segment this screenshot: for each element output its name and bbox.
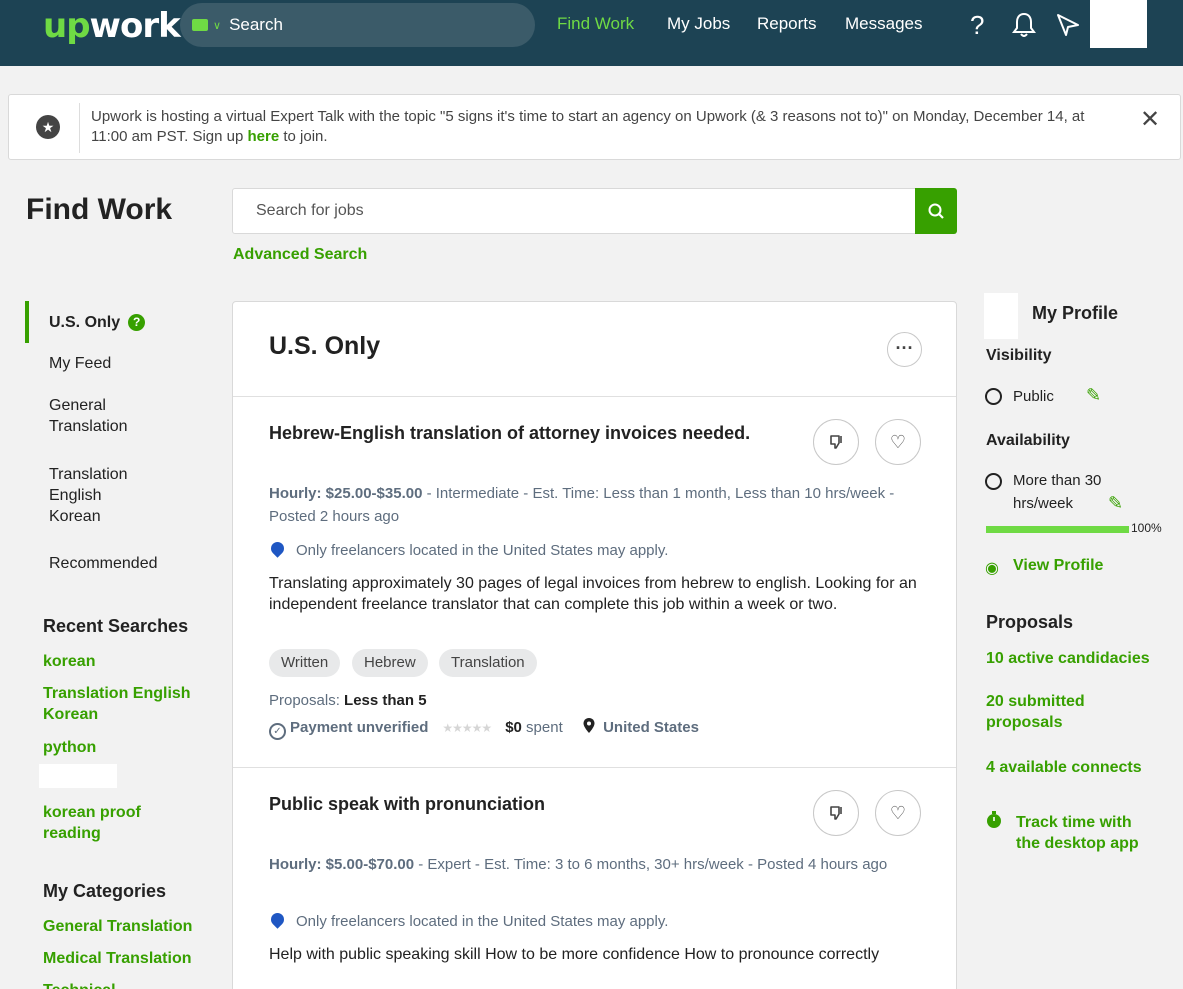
active-feed-indicator xyxy=(25,301,29,343)
category-link[interactable]: General Translation xyxy=(43,916,192,937)
my-profile-link[interactable]: My Profile xyxy=(1032,303,1118,324)
sidebar-item-recommended[interactable]: Recommended xyxy=(49,553,158,574)
payment-status: Payment unverified xyxy=(290,719,429,736)
briefcase-icon xyxy=(192,19,208,31)
map-pin-icon xyxy=(583,718,595,736)
send-icon[interactable] xyxy=(1056,13,1080,44)
search-icon xyxy=(928,203,944,219)
client-info-row: ✓ Payment unverified ★★★★★ $0 spent United … xyxy=(269,718,699,740)
job-title-link[interactable]: Hebrew-English translation of attorney i… xyxy=(269,423,750,444)
top-navigation-bar: upwork ∨ Search Find Work My Jobs Report… xyxy=(0,0,1183,66)
job-search-field xyxy=(232,188,916,234)
nav-messages[interactable]: Messages xyxy=(845,14,922,34)
connects-link[interactable]: 4 available connects xyxy=(986,757,1142,778)
job-description: Help with public speaking skill How to b… xyxy=(269,946,880,963)
recent-search-link[interactable]: korean proof reading xyxy=(43,802,163,844)
job-title-link[interactable]: Public speak with pronunciation xyxy=(269,794,545,815)
availability-value: More than 30 hrs/week xyxy=(1013,472,1102,512)
job-meta: Hourly: $25.00-$35.00 - Intermediate - E… xyxy=(269,485,895,525)
view-profile-link[interactable]: View Profile xyxy=(1013,555,1103,576)
recent-search-link[interactable]: Translation English Korean xyxy=(43,683,203,725)
job-description: Translating approximately 30 pages of le… xyxy=(269,575,917,613)
heart-icon[interactable]: ♡ xyxy=(875,419,921,465)
recent-searches-heading: Recent Searches xyxy=(43,616,189,636)
header-search[interactable]: ∨ Search xyxy=(180,3,535,47)
client-spent: $0 xyxy=(505,719,522,736)
my-categories-heading: My Categories xyxy=(43,881,167,901)
redacted-search-item xyxy=(39,764,117,788)
client-country: United States xyxy=(603,719,699,736)
banner-signup-link[interactable]: here xyxy=(247,128,279,145)
nav-my-jobs[interactable]: My Jobs xyxy=(667,14,730,34)
bell-icon[interactable] xyxy=(1012,12,1036,45)
eye-icon: ◉ xyxy=(985,560,999,577)
chevron-down-icon[interactable]: ∨ xyxy=(213,19,221,32)
page-title: Find Work xyxy=(26,193,173,226)
more-options-button[interactable]: ··· xyxy=(887,332,922,367)
star-icon: ★ xyxy=(36,115,60,139)
job-search-button[interactable] xyxy=(915,188,957,234)
divider xyxy=(233,767,956,768)
proposals-heading: Proposals xyxy=(986,612,1074,632)
location-restriction: Only freelancers located in the United S… xyxy=(268,539,668,559)
divider xyxy=(233,396,956,397)
skill-tag[interactable]: Hebrew xyxy=(352,649,428,677)
profile-photo[interactable] xyxy=(984,293,1018,339)
stopwatch-icon xyxy=(985,811,1003,834)
job-meta: Hourly: $5.00-$70.00 - Expert - Est. Tim… xyxy=(269,856,888,873)
location-restriction: Only freelancers located in the United S… xyxy=(268,910,668,930)
check-circle-icon: ✓ xyxy=(269,723,286,740)
sidebar-item-my-feed[interactable]: My Feed xyxy=(49,353,111,374)
help-icon[interactable]: ? xyxy=(970,10,984,41)
proposals-link[interactable]: 10 active candidacies xyxy=(986,648,1150,669)
rating-stars-icon: ★★★★★ xyxy=(442,721,492,735)
job-search-input[interactable] xyxy=(233,189,915,233)
recent-search-link[interactable]: python xyxy=(43,737,96,758)
sidebar-item-general-translation[interactable]: General Translation xyxy=(49,395,159,437)
help-circle-icon[interactable]: ? xyxy=(128,314,146,331)
profile-completeness-fill xyxy=(986,526,1129,533)
nav-find-work[interactable]: Find Work xyxy=(557,14,634,34)
location-user-icon xyxy=(268,910,287,929)
heart-icon[interactable]: ♡ xyxy=(875,790,921,836)
sidebar-item-translation-english-korean[interactable]: Translation English Korean xyxy=(49,464,149,527)
feed-title: U.S. Only xyxy=(269,332,381,360)
thumbs-down-icon[interactable] xyxy=(813,419,859,465)
skill-tag[interactable]: Translation xyxy=(439,649,537,677)
category-link[interactable]: Technical xyxy=(43,980,116,989)
pencil-icon[interactable]: ✎ xyxy=(1086,385,1101,406)
upwork-logo[interactable]: upwork xyxy=(43,6,181,46)
visibility-label: Visibility xyxy=(986,347,1052,364)
header-search-label: Search xyxy=(229,15,283,34)
sidebar-item-us-only[interactable]: U.S. Only? xyxy=(49,312,146,333)
thumbs-down-icon[interactable] xyxy=(813,790,859,836)
category-link[interactable]: Medical Translation xyxy=(43,948,191,969)
visibility-value: Public xyxy=(1013,388,1054,405)
recent-search-link[interactable]: korean xyxy=(43,651,95,672)
banner-divider xyxy=(79,103,80,153)
proposals-link[interactable]: 20 submitted proposals xyxy=(986,691,1126,733)
pencil-icon[interactable]: ✎ xyxy=(1108,493,1123,514)
availability-label: Availability xyxy=(986,432,1070,449)
skill-tag[interactable]: Written xyxy=(269,649,341,677)
proposals-count: Proposals: Less than 5 xyxy=(269,692,427,709)
announcement-banner: ★ Upwork is hosting a virtual Expert Tal… xyxy=(8,94,1181,160)
advanced-search-link[interactable]: Advanced Search xyxy=(233,246,367,264)
location-user-icon xyxy=(268,539,287,558)
globe-icon xyxy=(985,388,1002,405)
banner-text: Upwork is hosting a virtual Expert Talk … xyxy=(91,108,1085,145)
close-icon[interactable]: ✕ xyxy=(1140,105,1160,134)
avatar[interactable] xyxy=(1090,0,1147,48)
profile-completeness-bar xyxy=(986,526,1129,533)
nav-reports[interactable]: Reports xyxy=(757,14,817,34)
profile-completeness-text: 100% xyxy=(1131,521,1162,535)
track-time-link[interactable]: Track time with the desktop app xyxy=(1016,812,1156,854)
job-feed-card: U.S. Only ··· Hebrew-English translation… xyxy=(232,301,957,989)
clock-icon xyxy=(985,473,1002,490)
